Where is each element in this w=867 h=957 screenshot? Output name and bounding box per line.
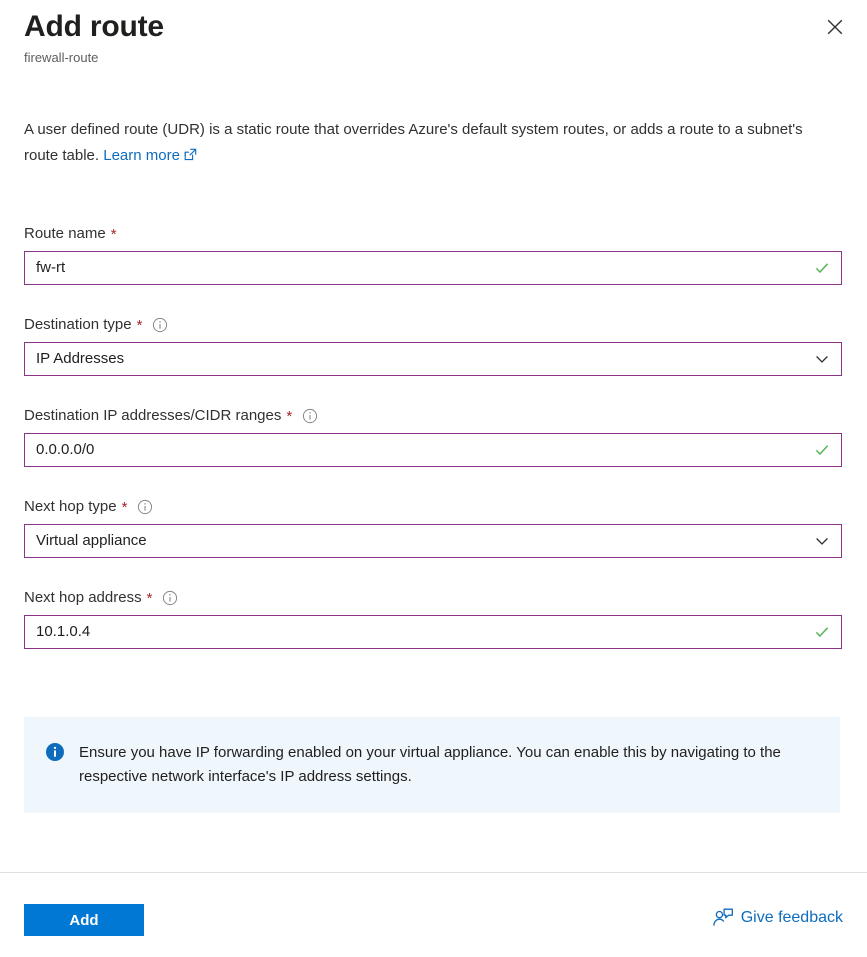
give-feedback-link[interactable]: Give feedback xyxy=(712,907,843,929)
next-hop-address-value: 10.1.0.4 xyxy=(36,623,91,640)
chevron-down-icon xyxy=(814,351,830,367)
page-subtitle: firewall-route xyxy=(24,50,99,65)
learn-more-label: Learn more xyxy=(103,147,180,164)
destination-type-select[interactable]: IP Addresses xyxy=(24,342,842,376)
info-filled-icon xyxy=(45,742,65,762)
info-circle-icon[interactable] xyxy=(137,499,153,515)
next-hop-type-select[interactable]: Virtual appliance xyxy=(24,524,842,558)
blade-footer: Add Give feedback xyxy=(0,873,867,957)
route-name-value: fw-rt xyxy=(36,259,66,276)
blade-header: Add route firewall-route xyxy=(0,0,867,67)
destination-ip-ranges-input[interactable]: 0.0.0.0/0 xyxy=(24,433,842,467)
next-hop-type-value: Virtual appliance xyxy=(36,532,147,549)
required-marker: * xyxy=(286,408,293,425)
field-route-name: Route name * fw-rt xyxy=(24,224,842,285)
info-circle-icon[interactable] xyxy=(162,590,178,606)
person-feedback-icon xyxy=(712,907,734,929)
label-text: Route name xyxy=(24,225,106,242)
info-circle-icon[interactable] xyxy=(152,317,168,333)
required-marker: * xyxy=(136,317,143,334)
field-destination-ip-ranges: Destination IP addresses/CIDR ranges * 0… xyxy=(24,406,842,467)
check-icon xyxy=(813,623,831,641)
info-banner-text: Ensure you have IP forwarding enabled on… xyxy=(79,744,781,785)
destination-ip-ranges-value: 0.0.0.0/0 xyxy=(36,441,95,458)
external-link-icon xyxy=(184,144,197,170)
route-name-input[interactable]: fw-rt xyxy=(24,251,842,285)
page-title: Add route xyxy=(24,10,164,43)
info-banner: Ensure you have IP forwarding enabled on… xyxy=(24,717,840,813)
field-next-hop-type: Next hop type * Virtual appliance xyxy=(24,497,842,558)
label-next-hop-address: Next hop address * xyxy=(24,588,842,608)
add-route-form: Route name * fw-rt Destination type * IP… xyxy=(24,224,842,649)
add-button[interactable]: Add xyxy=(24,904,144,936)
destination-type-value: IP Addresses xyxy=(36,350,125,367)
label-destination-ip-ranges: Destination IP addresses/CIDR ranges * xyxy=(24,406,842,426)
give-feedback-label: Give feedback xyxy=(740,909,843,926)
field-destination-type: Destination type * IP Addresses xyxy=(24,315,842,376)
blade-description: A user defined route (UDR) is a static r… xyxy=(24,117,829,170)
check-icon xyxy=(813,259,831,277)
label-text: Destination IP addresses/CIDR ranges xyxy=(24,407,282,424)
info-circle-icon[interactable] xyxy=(302,408,318,424)
close-button[interactable] xyxy=(815,8,855,48)
label-text: Next hop type xyxy=(24,498,117,515)
add-route-blade: Add route firewall-route A user defined … xyxy=(0,0,867,957)
chevron-down-icon xyxy=(814,533,830,549)
label-next-hop-type: Next hop type * xyxy=(24,497,842,517)
next-hop-address-input[interactable]: 10.1.0.4 xyxy=(24,615,842,649)
required-marker: * xyxy=(146,590,153,607)
close-icon xyxy=(825,17,845,40)
field-next-hop-address: Next hop address * 10.1.0.4 xyxy=(24,588,842,649)
label-destination-type: Destination type * xyxy=(24,315,842,335)
label-route-name: Route name * xyxy=(24,224,842,244)
learn-more-link[interactable]: Learn more xyxy=(103,147,197,164)
required-marker: * xyxy=(110,226,117,243)
required-marker: * xyxy=(121,499,128,516)
label-text: Next hop address xyxy=(24,589,142,606)
check-icon xyxy=(813,441,831,459)
label-text: Destination type xyxy=(24,316,132,333)
